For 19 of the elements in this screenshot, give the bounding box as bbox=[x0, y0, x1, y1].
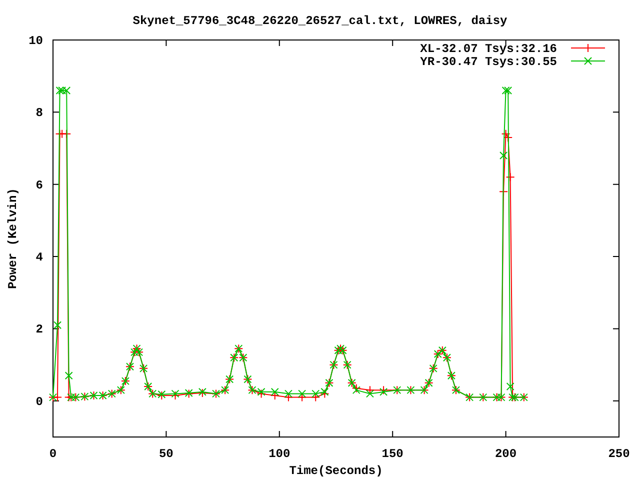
x-axis-label: Time(Seconds) bbox=[289, 464, 383, 478]
y-tick-label: 6 bbox=[36, 178, 43, 192]
legend-sample-icon bbox=[570, 57, 606, 65]
y-axis-label: Power (Kelvin) bbox=[6, 188, 20, 289]
x-tick-label: 250 bbox=[608, 447, 630, 461]
x-tick-label: 150 bbox=[382, 447, 404, 461]
y-tick-label: 2 bbox=[36, 322, 43, 337]
y-tick-label: 0 bbox=[36, 394, 43, 409]
y-tick-label: 10 bbox=[28, 34, 43, 48]
chart-title: Skynet_57796_3C48_26220_26527_cal.txt, LOWRES, daisy bbox=[132, 14, 508, 28]
x-tick-label: 200 bbox=[495, 447, 517, 461]
x-tick-label: 0 bbox=[49, 447, 57, 461]
x-tick-label: 100 bbox=[268, 447, 290, 461]
y-tick-label: 4 bbox=[36, 250, 43, 265]
legend-sample-icon bbox=[570, 44, 606, 52]
x-tick-label: 50 bbox=[159, 447, 174, 461]
legend-label: YR-30.47 Tsys:30.55 bbox=[420, 55, 557, 69]
y-tick-label: 8 bbox=[36, 106, 43, 120]
legend-label: XL-32.07 Tsys:32.16 bbox=[420, 42, 557, 56]
